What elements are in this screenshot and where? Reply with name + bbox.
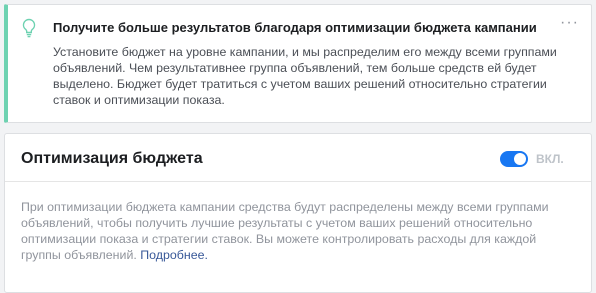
budget-optimization-card: Оптимизация бюджета ВКЛ. При оптимизации… xyxy=(4,133,592,293)
budget-optimization-toggle[interactable] xyxy=(500,151,528,167)
toggle-knob xyxy=(514,153,526,165)
card-title: Оптимизация бюджета xyxy=(21,150,203,167)
description-text: При оптимизации бюджета кампании средств… xyxy=(21,200,549,262)
lightbulb-icon xyxy=(21,18,37,38)
tip-body: Установите бюджет на уровне кампании, и … xyxy=(53,45,557,107)
learn-more-link[interactable]: Подробнее. xyxy=(140,248,208,262)
tip-title: Получите больше результатов благодаря оп… xyxy=(53,20,537,35)
toggle-label: ВКЛ. xyxy=(536,152,564,166)
card-header: Оптимизация бюджета ВКЛ. xyxy=(5,134,591,182)
budget-optimization-tip: Получите больше результатов благодаря оп… xyxy=(4,4,592,123)
card-description: При оптимизации бюджета кампании средств… xyxy=(21,199,573,263)
more-icon[interactable]: ··· xyxy=(560,15,579,31)
